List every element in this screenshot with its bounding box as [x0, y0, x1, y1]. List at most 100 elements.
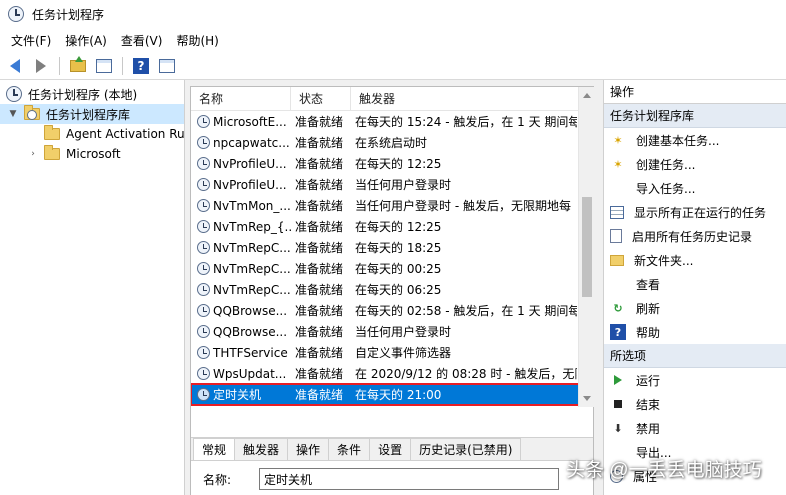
task-name: NvProfileU... — [213, 156, 287, 171]
menu-help[interactable]: 帮助(H) — [169, 32, 225, 49]
table-row[interactable]: WpsUpdat... 准备就绪在 2020/9/12 的 08:28 时 - 触… — [191, 363, 595, 384]
task-icon — [197, 115, 210, 128]
action-item[interactable]: ✶ 创建任务... — [604, 152, 786, 176]
show-hide-action-pane-button[interactable] — [156, 55, 178, 77]
table-row[interactable]: QQBrowse... 准备就绪 在每天的 02:58 - 触发后，在 1 天 期间… — [191, 300, 595, 321]
column-header-trigger[interactable]: 触发器 — [351, 87, 577, 111]
back-arrow-icon — [10, 58, 20, 73]
menu-action[interactable]: 操作(A) — [58, 32, 114, 49]
name-label: 名称: — [203, 472, 232, 487]
column-header-name[interactable]: 名称 — [191, 87, 291, 111]
table-header: 名称 状态 触发器 — [191, 87, 595, 111]
action-item[interactable]: ? 帮助 — [604, 320, 786, 344]
action-item[interactable]: ⬇ 禁用 — [604, 416, 786, 440]
task-name-cell: NvTmRepC... — [191, 241, 291, 255]
table-row[interactable]: NvProfileU... 准备就绪 当任何用户登录时 — [191, 174, 595, 195]
table-row[interactable]: MicrosoftE... 准备就绪 在每天的 15:24 - 触发后，在 1 天 … — [191, 111, 595, 132]
tab-triggers[interactable]: 触发器 — [234, 438, 289, 460]
column-header-status[interactable]: 状态 — [291, 87, 351, 111]
task-scheduler-icon — [6, 86, 22, 102]
menu-file[interactable]: 文件(F) — [4, 32, 58, 49]
forward-button[interactable] — [30, 55, 52, 77]
menu-view[interactable]: 查看(V) — [114, 32, 170, 49]
table-body: MicrosoftE... 准备就绪 在每天的 15:24 - 触发后，在 1 天 … — [191, 111, 595, 406]
help-button[interactable]: ? — [130, 55, 152, 77]
action-item[interactable]: 显示所有正在运行的任务 — [604, 200, 786, 224]
action-item[interactable]: 启用所有任务历史记录 — [604, 224, 786, 248]
expand-icon[interactable]: ▼ — [8, 109, 18, 119]
back-button[interactable] — [4, 55, 26, 77]
help-icon: ? — [133, 57, 149, 74]
task-icon — [197, 367, 210, 380]
action-item[interactable]: ✶ 创建基本任务... — [604, 128, 786, 152]
task-icon — [197, 325, 210, 338]
task-icon — [197, 304, 210, 317]
selected-section-header[interactable]: 所选项 — [604, 344, 786, 368]
collapse-icon[interactable]: › — [28, 149, 38, 159]
table-row[interactable]: QQBrowse... 准备就绪 当任何用户登录时 — [191, 321, 595, 342]
up-level-button[interactable] — [67, 55, 89, 77]
table-row[interactable]: NvTmMon_... 准备就绪 当任何用户登录时 - 触发后，无限期地每 — [191, 195, 595, 216]
task-name: NvTmRepC... — [213, 282, 291, 297]
table-row[interactable]: NvTmRepC... 准备就绪 在每天的 06:25 — [191, 279, 595, 300]
scroll-down-icon[interactable] — [583, 396, 591, 401]
action-item[interactable]: 导入任务... — [604, 176, 786, 200]
action-item[interactable]: 查看 — [604, 272, 786, 296]
table-row[interactable]: NvTmRepC... 准备就绪 在每天的 18:25 — [191, 237, 595, 258]
details-tabs: 常规 触发器 操作 条件 设置 历史记录(已禁用) — [191, 438, 593, 460]
action-label: 结束 — [636, 397, 661, 412]
task-status: 准备就绪 — [295, 304, 344, 318]
task-status: 准备就绪 — [295, 178, 344, 192]
task-icon — [197, 157, 210, 170]
tree-item-agent-activation[interactable]: Agent Activation Ru — [0, 124, 184, 144]
show-hide-tree-button[interactable] — [93, 55, 115, 77]
blank-icon — [610, 276, 626, 292]
table-row[interactable]: NvTmRepC... 准备就绪 在每天的 00:25 — [191, 258, 595, 279]
task-name-cell: NvTmMon_... — [191, 199, 291, 213]
tab-actions[interactable]: 操作 — [287, 438, 330, 460]
task-trigger: 在每天的 12:25 — [355, 220, 442, 234]
tab-history[interactable]: 历史记录(已禁用) — [410, 438, 522, 460]
tab-settings[interactable]: 设置 — [369, 438, 412, 460]
task-name-cell: MicrosoftE... — [191, 115, 291, 129]
table-row[interactable]: NvProfileU... 准备就绪 在每天的 12:25 — [191, 153, 595, 174]
task-trigger: 在 2020/9/12 的 08:28 时 - 触发后，无限 — [355, 367, 577, 381]
watermark: 头条 @一丢丢电脑技巧 — [566, 460, 762, 481]
task-name: WpsUpdat... — [213, 366, 287, 381]
action-item[interactable]: ↻ 刷新 — [604, 296, 786, 320]
action-label: 禁用 — [636, 421, 661, 436]
run-icon — [614, 375, 622, 385]
vertical-scrollbar[interactable] — [578, 87, 595, 407]
table-row[interactable]: npcapwatc... 准备就绪 在系统启动时 — [191, 132, 595, 153]
table-row[interactable]: NvTmRep_{... 准备就绪 在每天的 12:25 — [191, 216, 595, 237]
task-name: NvTmRep_{... — [213, 219, 291, 234]
help-icon: ? — [610, 324, 626, 340]
library-section-header[interactable]: 任务计划程序库 — [604, 104, 786, 128]
table-row[interactable]: THTFService 准备就绪 自定义事件筛选器 — [191, 342, 595, 363]
task-name-cell: THTFService — [191, 346, 291, 360]
tab-general[interactable]: 常规 — [193, 438, 236, 460]
action-item[interactable]: 新文件夹... — [604, 248, 786, 272]
task-trigger: 在每天的 00:25 — [355, 262, 442, 276]
table-row-selected[interactable]: 定时关机 准备就绪 在每天的 21:00 — [191, 383, 595, 406]
window-title: 任务计划程序 — [32, 7, 105, 22]
action-item[interactable]: 运行 — [604, 368, 786, 392]
tree-item-library[interactable]: ▼ 任务计划程序库 — [0, 104, 184, 124]
tab-conditions[interactable]: 条件 — [328, 438, 371, 460]
menu-bar: 文件(F) 操作(A) 查看(V) 帮助(H) — [0, 28, 786, 52]
task-trigger: 在每天的 18:25 — [355, 241, 442, 255]
scroll-up-icon[interactable] — [583, 93, 591, 98]
tree-item-label: 任务计划程序库 — [46, 107, 131, 122]
task-icon — [197, 283, 210, 296]
task-status: 准备就绪 — [295, 346, 344, 360]
scrollbar-thumb[interactable] — [582, 197, 592, 297]
doc-icon — [610, 229, 622, 243]
task-name: NvTmRepC... — [213, 261, 291, 276]
action-item[interactable]: 结束 — [604, 392, 786, 416]
spark-icon: ✶ — [613, 133, 623, 147]
task-name: NvProfileU... — [213, 177, 287, 192]
library-folder-icon — [24, 105, 40, 120]
task-name-field[interactable]: 定时关机 — [259, 468, 559, 490]
tree-item-root[interactable]: 任务计划程序 (本地) — [0, 84, 184, 104]
tree-item-microsoft[interactable]: › Microsoft — [0, 144, 184, 164]
